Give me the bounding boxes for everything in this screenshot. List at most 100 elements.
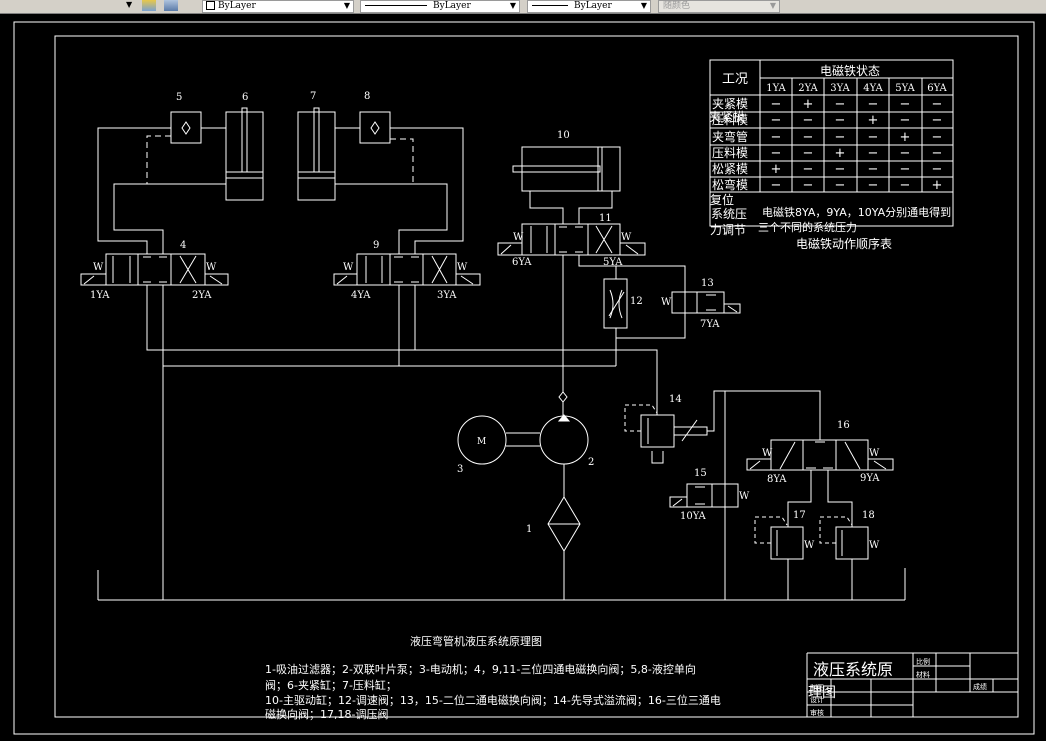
pressure-valve-17 [754, 516, 804, 600]
color-combo[interactable]: ByLayer ▼ [202, 0, 354, 13]
label-16: 16 [837, 420, 850, 431]
table-cell-state: + [771, 162, 782, 177]
table-cell-state: − [803, 113, 814, 128]
spring-icon: W [93, 262, 104, 273]
properties-toolbar: ▼ ByLayer ▼ ByLayer ▼ ByLayer ▼ 随颜色 ▼ [0, 0, 1046, 14]
table-row-label: 压料模 [712, 146, 748, 160]
spring-icon: W [457, 262, 468, 273]
clamp-cylinder-6 [225, 107, 264, 201]
table-cell-state: − [803, 178, 814, 193]
lineweight-combo[interactable]: ByLayer ▼ [527, 0, 651, 13]
spring-icon: W [762, 448, 773, 459]
table-cell-state: − [900, 97, 911, 112]
table-cell-state: + [868, 113, 879, 128]
label-10: 10 [557, 130, 570, 141]
pressure-valve-18 [819, 516, 869, 600]
table-cell-state: − [868, 178, 879, 193]
table-cell-state: + [803, 97, 814, 112]
linetype-combo[interactable]: ByLayer ▼ [360, 0, 520, 13]
table-cell-state: − [900, 146, 911, 161]
table-cell-state: − [803, 146, 814, 161]
layer-states-icon[interactable] [164, 0, 178, 11]
table-column-header: 5YA [895, 83, 915, 94]
label-11: 11 [599, 213, 612, 224]
check-valve-small [558, 391, 568, 416]
color-combo-value: ByLayer [218, 1, 256, 11]
review-label: 审核 [810, 708, 824, 717]
spring-icon: W [661, 297, 672, 308]
layer-previous-icon[interactable] [142, 0, 156, 11]
drawing-canvas[interactable]: 1 2 3 4 5 6 7 8 9 10 11 12 13 14 15 16 1… [0, 14, 1046, 741]
label-4: 4 [180, 240, 186, 251]
chevron-down-icon: ▼ [509, 1, 516, 10]
check-valve-8 [359, 111, 391, 144]
material-label: 材料 [916, 670, 930, 679]
drawn-label: 制图 [810, 683, 824, 692]
table-cell-state: − [771, 113, 782, 128]
label-17: 17 [793, 510, 806, 521]
electric-motor-3 [457, 415, 540, 465]
outer-frame [13, 21, 1035, 735]
table-caption: 电磁铁动作顺序表 [796, 236, 892, 251]
table-cell-state: − [835, 113, 846, 128]
table-row-label: 夹紧模 [712, 97, 748, 111]
linetype-combo-value: ByLayer [433, 1, 471, 11]
pressure-row-label-1: 系统压 [711, 207, 747, 221]
solenoid-10ya: 10YA [680, 511, 707, 522]
table-cell-state: − [900, 162, 911, 177]
solenoid-9ya: 9YA [860, 473, 880, 484]
label-18: 18 [862, 510, 875, 521]
table-cell-state: − [835, 162, 846, 177]
label-8: 8 [364, 91, 370, 102]
table-cell-state: − [900, 178, 911, 193]
solenoid-6ya: 6YA [512, 257, 532, 268]
table-cell-state: − [868, 97, 879, 112]
label-2: 2 [588, 457, 594, 468]
label-14: 14 [669, 394, 682, 405]
table-row-label: 夹弯管 [712, 129, 748, 144]
vane-pump-2 [539, 414, 589, 497]
chevron-down-icon: ▼ [343, 1, 350, 10]
table-cell-state: − [771, 146, 782, 161]
table-cell-state: − [932, 97, 943, 112]
table-cell-state: − [868, 146, 879, 161]
table-cell-state: − [835, 178, 846, 193]
table-column-header: 6YA [927, 83, 947, 94]
label-7: 7 [310, 91, 316, 102]
solenoid-2ya: 2YA [192, 290, 212, 301]
table-cell-state: − [803, 162, 814, 177]
table-column-header: 4YA [863, 83, 883, 94]
solenoid-4ya: 4YA [351, 290, 371, 301]
spring-icon: W [343, 262, 354, 273]
table-cell-state: − [900, 113, 911, 128]
solenoid-3ya: 3YA [437, 290, 457, 301]
solenoid-5ya: 5YA [603, 257, 623, 268]
table-row-label: 松紧模 [712, 162, 748, 176]
legend-line-4: 磁换向阀；17,18-调压阀 [265, 707, 388, 721]
pressure-row-label-2: 力调节 [710, 223, 746, 237]
color-swatch-icon [206, 1, 215, 10]
scale-label: 比例 [916, 657, 930, 666]
suction-filter-1 [547, 496, 581, 600]
layer-dropdown-arrow[interactable]: ▼ [126, 0, 132, 9]
title-block-title: 液压系统原 [813, 660, 893, 679]
spring-icon: W [869, 448, 880, 459]
grade-label: 成绩 [973, 682, 987, 691]
legend-line-2: 阀；6-夹紧缸；7-压料缸； [265, 678, 397, 692]
label-1: 1 [526, 524, 532, 535]
drawing-title: 液压弯管机液压系统原理图 [410, 634, 542, 648]
table-cell-state: − [932, 162, 943, 177]
chevron-down-icon: ▼ [769, 1, 776, 10]
lineweight-combo-value: ByLayer [574, 1, 612, 11]
table-cell-state: − [771, 97, 782, 112]
spring-icon: W [869, 540, 880, 551]
spring-icon: W [739, 491, 750, 502]
motor-label: M [477, 437, 486, 447]
pipes-middle [97, 255, 906, 601]
linetype-preview-icon [365, 5, 427, 6]
reset-row-label: 复位 [710, 192, 734, 207]
lineweight-preview-icon [532, 5, 568, 6]
label-13: 13 [701, 278, 714, 289]
label-12: 12 [630, 296, 643, 307]
table-cell-state: − [932, 146, 943, 161]
